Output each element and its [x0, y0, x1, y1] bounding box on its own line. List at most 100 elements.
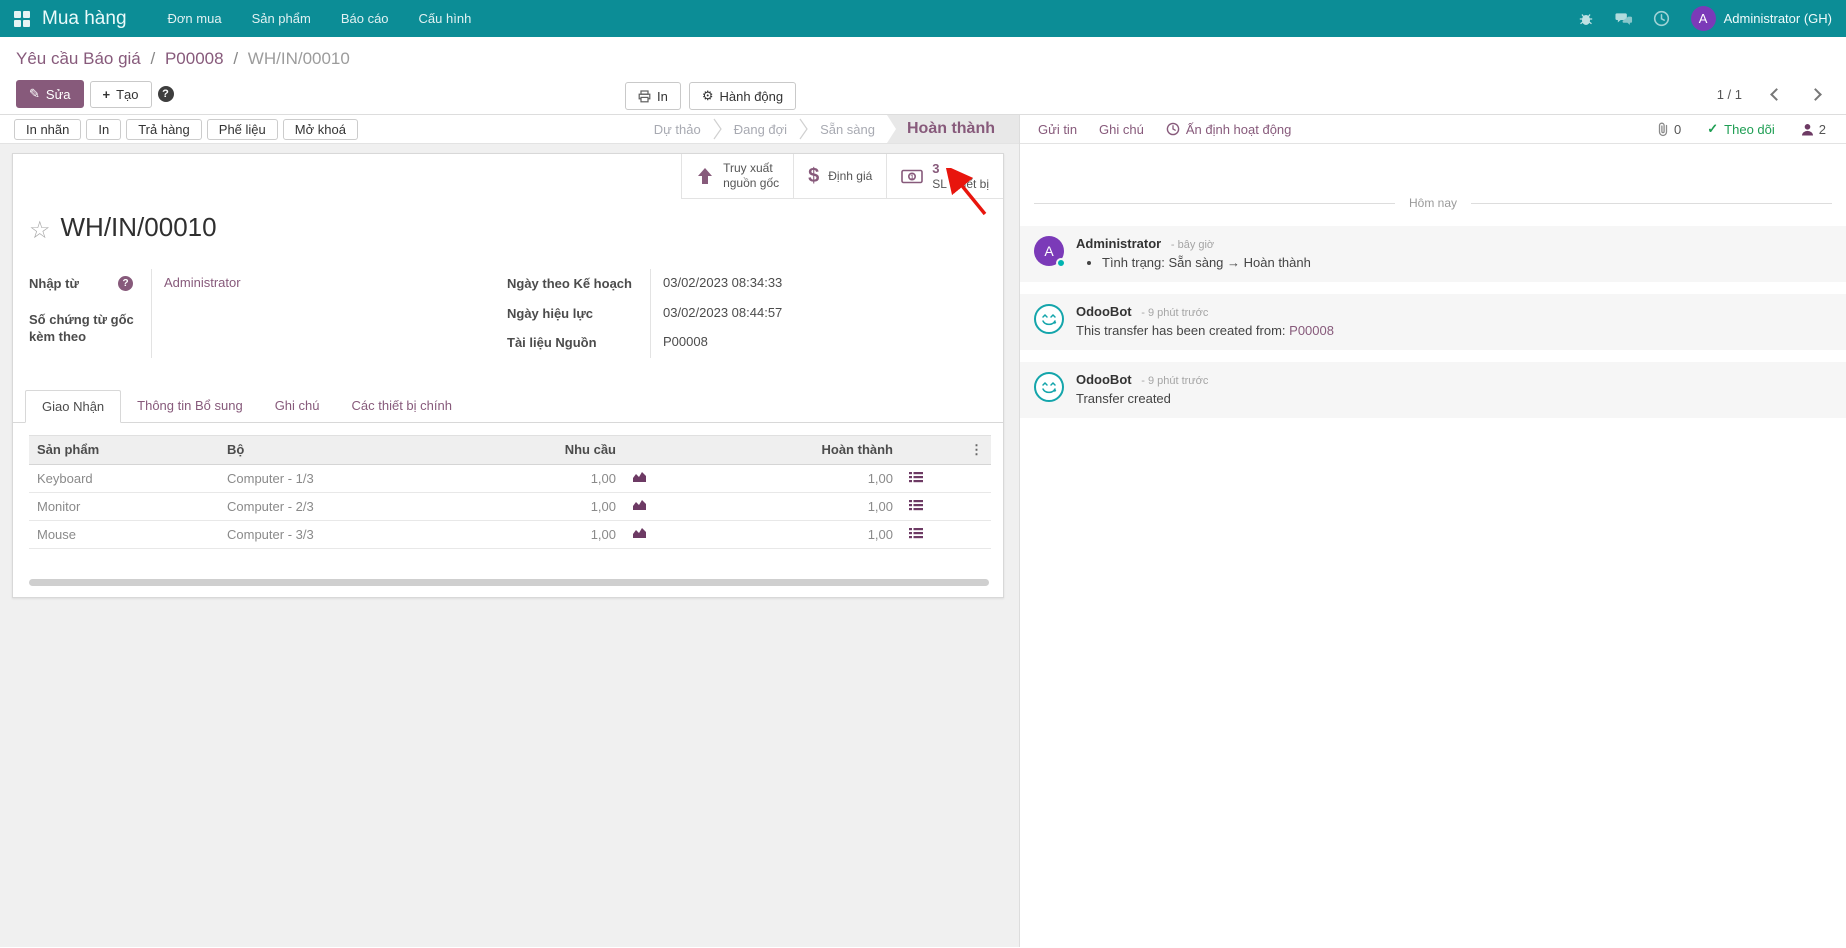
control-panel: Yêu cầu Báo giá / P00008 / WH/IN/00010 ✎… [0, 37, 1846, 115]
menu-bao-cao[interactable]: Báo cáo [326, 0, 404, 37]
paperclip-icon [1657, 122, 1669, 137]
schedule-activity-button[interactable]: Ấn định hoạt động [1166, 122, 1292, 137]
print-button-secondary[interactable]: In [86, 119, 121, 140]
traceability-smart-button[interactable]: Truy xuấtnguồn gốc [681, 154, 793, 198]
menu-don-mua[interactable]: Đơn mua [153, 0, 237, 37]
apps-grid-icon[interactable] [14, 11, 30, 27]
message-author[interactable]: Administrator [1076, 236, 1161, 251]
form-sheet: Truy xuấtnguồn gốc $ Định giá 1 3SL Thiế… [12, 153, 1004, 598]
chatter-toolbar: Gửi tin Ghi chú Ấn định hoạt động 0 ✓ Th… [1020, 115, 1846, 144]
message-author[interactable]: OdooBot [1076, 372, 1132, 387]
optional-columns-icon[interactable]: ⋮ [941, 435, 991, 464]
tab-operations[interactable]: Giao Nhận [25, 390, 121, 423]
field-value-receive-from[interactable]: Administrator [151, 269, 491, 305]
col-forecast [624, 435, 704, 464]
detailed-operations-icon[interactable] [901, 464, 941, 492]
print-labels-button[interactable]: In nhãn [14, 119, 81, 140]
followers-button[interactable]: 2 [1801, 122, 1826, 137]
breadcrumb-rfq[interactable]: Yêu cầu Báo giá [16, 49, 141, 68]
table-row[interactable]: Keyboard Computer - 1/3 1,00 1,00 [29, 464, 991, 492]
detailed-operations-icon[interactable] [901, 520, 941, 548]
table-row[interactable]: Monitor Computer - 2/3 1,00 1,00 [29, 492, 991, 520]
field-help-icon[interactable]: ? [118, 276, 133, 291]
tab-additional-info[interactable]: Thông tin Bổ sung [121, 390, 259, 422]
notebook-tabs: Giao Nhận Thông tin Bổ sung Ghi chú Các … [13, 390, 1003, 423]
chatter-message: OdooBot - 9 phút trước Transfer created [1020, 362, 1846, 418]
step-draft[interactable]: Dự thảo [642, 122, 713, 137]
pager-prev-icon[interactable] [1770, 88, 1783, 101]
person-icon [1801, 123, 1814, 136]
edit-button[interactable]: ✎ Sửa [16, 80, 84, 108]
create-button[interactable]: + Tạo [90, 81, 152, 108]
app-brand[interactable]: Mua hàng [42, 8, 127, 30]
chatter-panel: Gửi tin Ghi chú Ấn định hoạt động 0 ✓ Th… [1020, 115, 1846, 947]
send-message-button[interactable]: Gửi tin [1038, 122, 1077, 137]
status-steps: Dự thảo Đang đợi Sẵn sàng Hoàn thành [642, 115, 1019, 143]
col-product[interactable]: Sản phẩm [29, 435, 219, 464]
field-label-effective-date: Ngày hiệu lực [507, 299, 650, 329]
attachments-button[interactable]: 0 [1657, 122, 1681, 137]
forecast-chart-icon[interactable] [624, 492, 704, 520]
tab-note[interactable]: Ghi chú [259, 390, 336, 422]
message-text: Tình trạng: Sẵn sàng → Hoàn thành [1102, 255, 1311, 270]
action-button[interactable]: ⚙ Hành động [689, 82, 796, 110]
detailed-operations-icon[interactable] [901, 492, 941, 520]
top-navbar: Mua hàng Đơn mua Sản phẩm Báo cáo Cấu hì… [0, 0, 1846, 37]
step-separator-icon [799, 118, 808, 140]
chatter-message: OdooBot - 9 phút trước This transfer has… [1020, 294, 1846, 350]
print-button[interactable]: In [625, 82, 681, 110]
pager: 1 / 1 [1717, 87, 1820, 102]
arrow-up-icon [696, 167, 714, 185]
user-menu[interactable]: A Administrator (GH) [1691, 6, 1832, 31]
col-done[interactable]: Hoàn thành [704, 435, 901, 464]
field-value-source-doc-attached[interactable] [151, 305, 491, 358]
log-note-button[interactable]: Ghi chú [1099, 122, 1144, 137]
menu-cau-hinh[interactable]: Cấu hình [404, 0, 487, 37]
table-row[interactable]: Mouse Computer - 3/3 1,00 1,00 [29, 520, 991, 548]
dollar-icon: $ [808, 165, 819, 188]
message-author[interactable]: OdooBot [1076, 304, 1132, 319]
return-button[interactable]: Trả hàng [126, 119, 202, 140]
message-time: - 9 phút trước [1141, 307, 1208, 319]
pager-next-icon[interactable] [1809, 88, 1822, 101]
menu-san-pham[interactable]: Sản phẩm [237, 0, 326, 37]
field-value-source-document[interactable]: P00008 [650, 328, 987, 358]
forecast-chart-icon[interactable] [624, 464, 704, 492]
tab-main-devices[interactable]: Các thiết bị chính [336, 390, 468, 422]
step-done-active[interactable]: Hoàn thành [887, 115, 1019, 143]
step-ready[interactable]: Sẵn sàng [808, 122, 887, 137]
unlock-button[interactable]: Mở khoá [283, 119, 358, 140]
forecast-chart-icon[interactable] [624, 520, 704, 548]
smart-buttons: Truy xuấtnguồn gốc $ Định giá 1 3SL Thiế… [681, 154, 1003, 199]
message-record-link[interactable]: P00008 [1289, 323, 1334, 338]
message-text: Transfer created [1076, 391, 1208, 406]
help-button[interactable]: ? [158, 83, 180, 105]
follow-button[interactable]: ✓ Theo dõi [1707, 121, 1775, 137]
activities-clock-icon[interactable] [1653, 10, 1671, 28]
check-icon: ✓ [1707, 121, 1718, 137]
gear-icon: ⚙ [702, 88, 714, 104]
valuation-smart-button[interactable]: $ Định giá [793, 154, 886, 198]
breadcrumb-p00008[interactable]: P00008 [165, 49, 224, 68]
plus-icon: + [103, 87, 111, 102]
message-text: This transfer has been created from: [1076, 323, 1289, 338]
field-label-scheduled-date: Ngày theo Kế hoạch [507, 269, 650, 299]
field-value-scheduled-date[interactable]: 03/02/2023 08:34:33 [650, 269, 987, 299]
debug-bug-icon[interactable] [1577, 10, 1595, 28]
step-waiting[interactable]: Đang đợi [722, 122, 799, 137]
field-value-effective-date[interactable]: 03/02/2023 08:44:57 [650, 299, 987, 329]
pager-count: 1 / 1 [1717, 87, 1742, 102]
favorite-star-icon[interactable]: ☆ [29, 219, 51, 243]
message-time: - 9 phút trước [1141, 375, 1208, 387]
breadcrumb-current: WH/IN/00010 [248, 49, 350, 68]
col-detail [901, 435, 941, 464]
scrap-button[interactable]: Phế liệu [207, 119, 278, 140]
field-label-source-doc-attached: Số chứng từ gốc kèm theo [29, 305, 151, 358]
messages-icon[interactable] [1615, 10, 1633, 28]
col-demand[interactable]: Nhu cầu [434, 435, 624, 464]
device-count-smart-button[interactable]: 1 3SL Thiết bị [886, 154, 1003, 198]
main-menu: Đơn mua Sản phẩm Báo cáo Cấu hình [153, 0, 487, 37]
col-set[interactable]: Bộ [219, 435, 434, 464]
field-label-receive-from: Nhập từ ? [29, 269, 151, 305]
table-horizontal-scrollbar[interactable] [29, 579, 989, 586]
